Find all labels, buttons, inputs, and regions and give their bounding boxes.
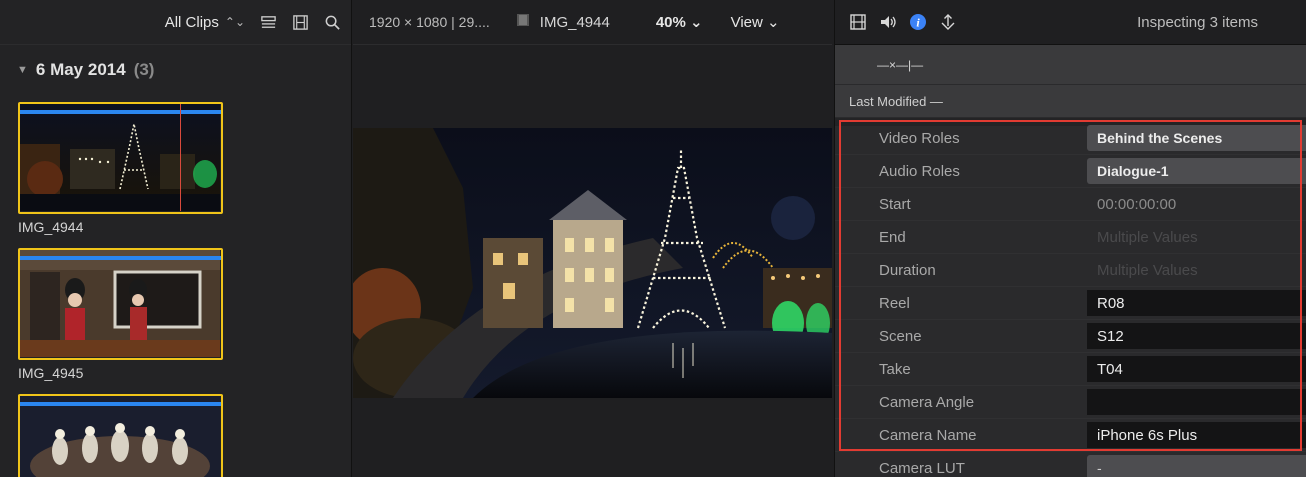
viewer-toolbar: 1920 × 1080 | 29.... IMG_4944 40% ⌄ View… bbox=[353, 0, 832, 45]
camera-lut-popup[interactable]: - bbox=[1087, 455, 1306, 477]
audio-roles-popup[interactable]: Dialogue-1 bbox=[1087, 158, 1306, 184]
filmstrip-view-icon[interactable] bbox=[291, 13, 309, 31]
audio-inspector-icon[interactable] bbox=[879, 13, 897, 31]
metadata-dimensions: —×—|— bbox=[877, 57, 924, 72]
clip-thumbnail[interactable] bbox=[18, 394, 223, 477]
viewer-video-frame bbox=[353, 128, 832, 398]
search-icon[interactable] bbox=[323, 13, 341, 31]
property-label: Scene bbox=[879, 327, 922, 345]
property-row-camera-lut: Camera LUT - bbox=[835, 452, 1306, 477]
event-clip-count: (3) bbox=[133, 60, 155, 79]
clip-filter-popup[interactable]: All Clips ⌃⌄ bbox=[165, 14, 245, 31]
property-row-video-roles: Video Roles Behind the Scenes bbox=[835, 122, 1306, 155]
info-inspector-icon[interactable]: i bbox=[909, 13, 927, 31]
camera-name-field[interactable]: iPhone 6s Plus bbox=[1087, 422, 1306, 448]
property-row-camera-name: Camera Name iPhone 6s Plus bbox=[835, 419, 1306, 452]
event-header[interactable]: ▼ 6 May 2014 (3) bbox=[0, 45, 351, 95]
browser-panel: All Clips ⌃⌄ ▼ 6 May 2014 (3) IMG_4944 I… bbox=[0, 0, 352, 477]
viewer-panel: 1920 × 1080 | 29.... IMG_4944 40% ⌄ View… bbox=[353, 0, 832, 477]
clip-name: IMG_4944 bbox=[18, 219, 84, 235]
property-label: Video Roles bbox=[879, 129, 960, 147]
clip-thumbnail-image bbox=[20, 104, 220, 211]
clip-item[interactable] bbox=[18, 394, 223, 477]
property-row-duration: Duration Multiple Values bbox=[835, 254, 1306, 287]
clip-thumbnail-image bbox=[20, 250, 220, 357]
property-row-end: End Multiple Values bbox=[835, 221, 1306, 254]
clip-name: IMG_4945 bbox=[18, 365, 84, 381]
property-row-scene: Scene S12 bbox=[835, 320, 1306, 353]
clip-thumbnail[interactable] bbox=[18, 102, 223, 214]
property-label: Audio Roles bbox=[879, 162, 960, 180]
video-inspector-icon[interactable] bbox=[849, 13, 867, 31]
property-label: Duration bbox=[879, 261, 936, 279]
viewer-clip-title: IMG_4944 bbox=[516, 13, 610, 31]
property-label: Take bbox=[879, 360, 911, 378]
property-row-start: Start 00:00:00:00 bbox=[835, 188, 1306, 221]
start-timecode-value: 00:00:00:00 bbox=[1097, 195, 1177, 213]
inspector-toolbar: i Inspecting 3 items bbox=[835, 0, 1306, 45]
property-row-reel: Reel R08 bbox=[835, 287, 1306, 320]
filmstrip-icon bbox=[516, 13, 530, 31]
video-roles-popup[interactable]: Behind the Scenes bbox=[1087, 125, 1306, 151]
inspector-panel: i Inspecting 3 items —×—|— Last Modified… bbox=[834, 0, 1306, 477]
role-color-bar bbox=[20, 110, 221, 114]
property-label: End bbox=[879, 228, 906, 246]
share-inspector-icon[interactable] bbox=[939, 13, 957, 31]
list-view-icon[interactable] bbox=[259, 13, 277, 31]
inspector-title: Inspecting 3 items bbox=[1137, 13, 1258, 31]
camera-angle-field[interactable] bbox=[1087, 389, 1306, 415]
zoom-popup[interactable]: 40% ⌄ bbox=[656, 13, 703, 31]
clip-item[interactable]: IMG_4945 bbox=[18, 248, 223, 381]
format-info: 1920 × 1080 | 29.... bbox=[369, 14, 490, 30]
last-modified-label: Last Modified — bbox=[849, 93, 943, 109]
property-row-camera-angle: Camera Angle bbox=[835, 386, 1306, 419]
disclosure-triangle-icon[interactable]: ▼ bbox=[17, 64, 28, 76]
property-row-take: Take T04 bbox=[835, 353, 1306, 386]
property-label: Camera LUT bbox=[879, 459, 965, 477]
metadata-header-row: —×—|— bbox=[835, 45, 1306, 85]
clip-thumbnail[interactable] bbox=[18, 248, 223, 360]
browser-toolbar: All Clips ⌃⌄ bbox=[0, 0, 351, 45]
property-label: Start bbox=[879, 195, 911, 213]
property-label: Camera Angle bbox=[879, 393, 975, 411]
property-row-audio-roles: Audio Roles Dialogue-1 bbox=[835, 155, 1306, 188]
event-title: 6 May 2014 bbox=[35, 60, 126, 79]
clip-filter-label: All Clips bbox=[164, 13, 219, 31]
role-color-bar bbox=[20, 402, 221, 406]
end-timecode-value: Multiple Values bbox=[1097, 228, 1198, 246]
viewer-clip-name: IMG_4944 bbox=[539, 13, 610, 31]
view-options-popup[interactable]: View ⌄ bbox=[731, 13, 780, 31]
take-field[interactable]: T04 bbox=[1087, 356, 1306, 382]
property-label: Reel bbox=[879, 294, 910, 312]
property-label: Camera Name bbox=[879, 426, 977, 444]
metadata-sort-row: Last Modified — bbox=[835, 85, 1306, 118]
role-color-bar bbox=[20, 256, 221, 260]
scene-field[interactable]: S12 bbox=[1087, 323, 1306, 349]
duration-value: Multiple Values bbox=[1097, 261, 1198, 279]
clip-item[interactable]: IMG_4944 bbox=[18, 102, 223, 235]
playhead-skimmer bbox=[180, 104, 181, 211]
clip-thumbnail-image bbox=[20, 396, 220, 477]
reel-field[interactable]: R08 bbox=[1087, 290, 1306, 316]
up-down-chevron-icon: ⌃⌄ bbox=[224, 15, 245, 29]
